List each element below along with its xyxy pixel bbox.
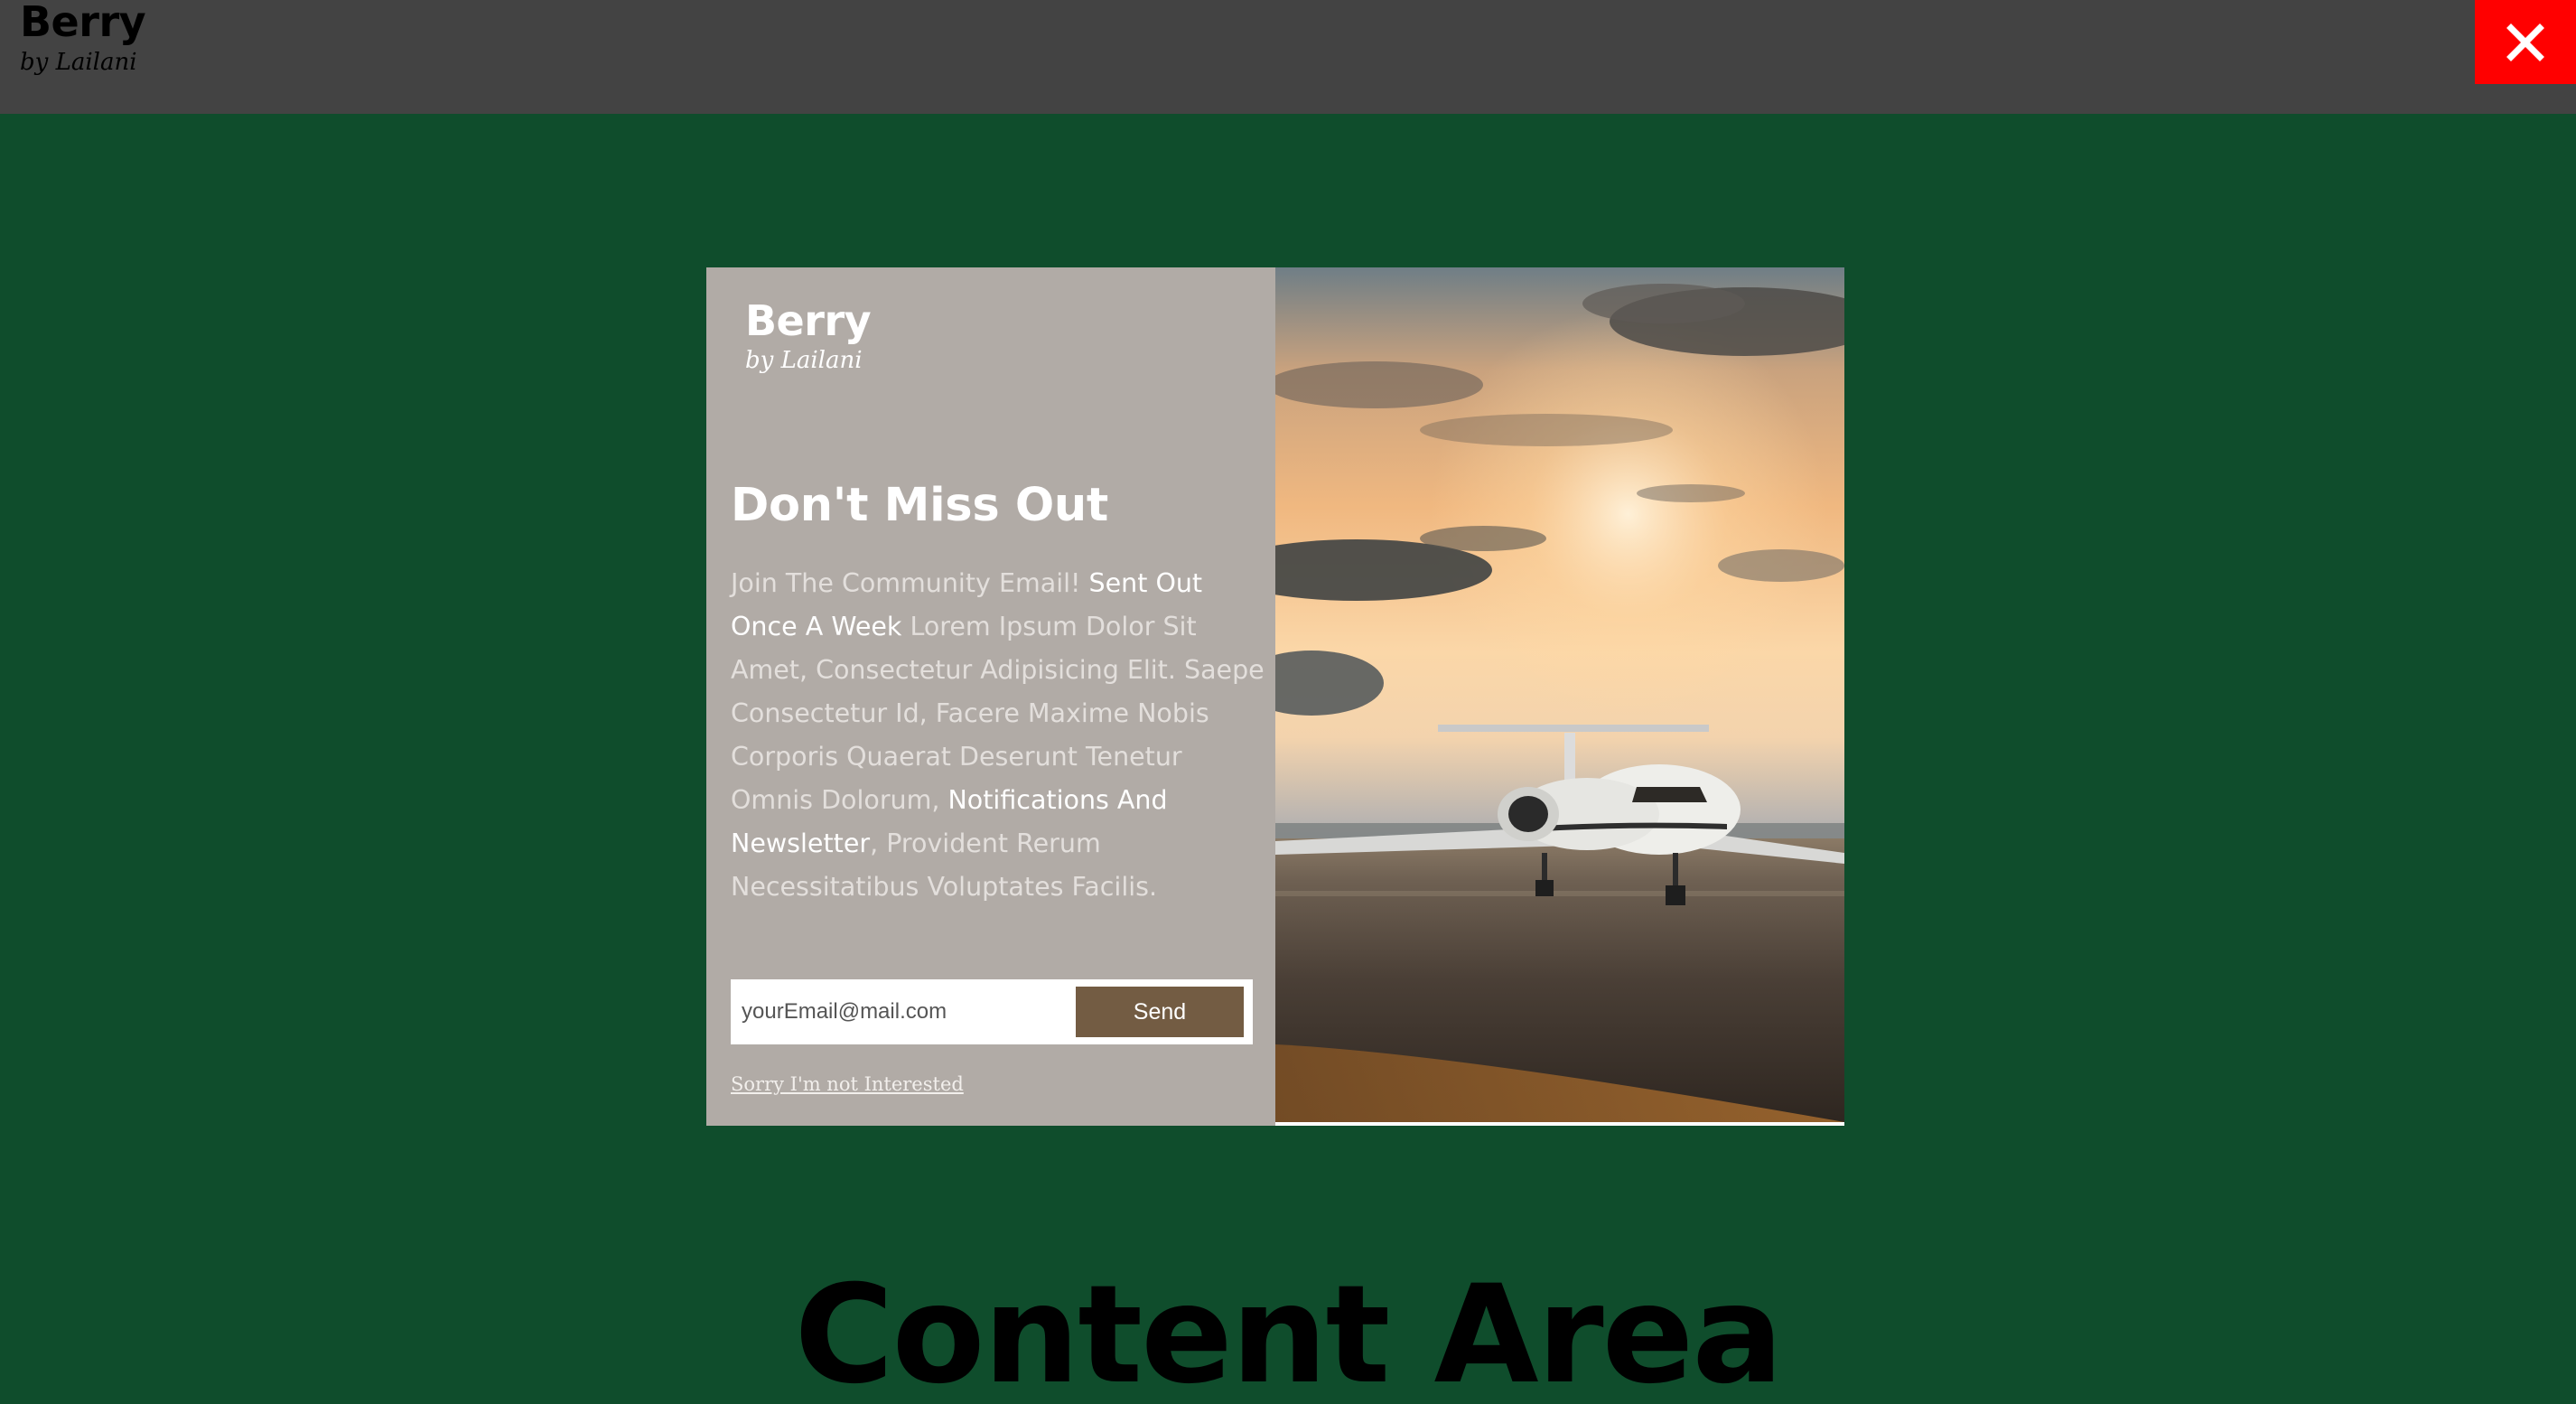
site-logo-tagline: by Lailani: [20, 49, 137, 76]
modal-content-panel: Berry by Lailani Don't Miss Out Join The…: [706, 267, 1275, 1126]
send-button[interactable]: Send: [1076, 987, 1244, 1037]
newsletter-modal: Berry by Lailani Don't Miss Out Join The…: [706, 267, 1844, 1126]
content-area-heading: Content Area: [794, 1257, 1783, 1404]
description-text-1: Join The Community Email!: [731, 568, 1089, 598]
site-logo-name: Berry: [20, 0, 146, 46]
modal-logo: Berry by Lailani: [745, 296, 872, 376]
not-interested-link[interactable]: Sorry I'm not Interested: [731, 1073, 964, 1095]
modal-title: Don't Miss Out: [731, 479, 1108, 532]
close-icon: [2506, 23, 2544, 61]
email-signup-form: Send: [731, 979, 1253, 1044]
close-popup-button[interactable]: [2475, 0, 2576, 84]
modal-logo-tagline: by Lailani: [745, 347, 863, 374]
top-header-bar: Berry by Lailani: [0, 0, 2576, 114]
jet-sunset-photo: [1275, 267, 1844, 1122]
site-logo[interactable]: Berry by Lailani: [20, 0, 146, 78]
modal-logo-name: Berry: [745, 296, 872, 345]
modal-hero-image: [1275, 267, 1844, 1122]
email-input[interactable]: [742, 987, 1076, 1037]
modal-description: Join The Community Email! Sent Out Once …: [731, 562, 1265, 909]
